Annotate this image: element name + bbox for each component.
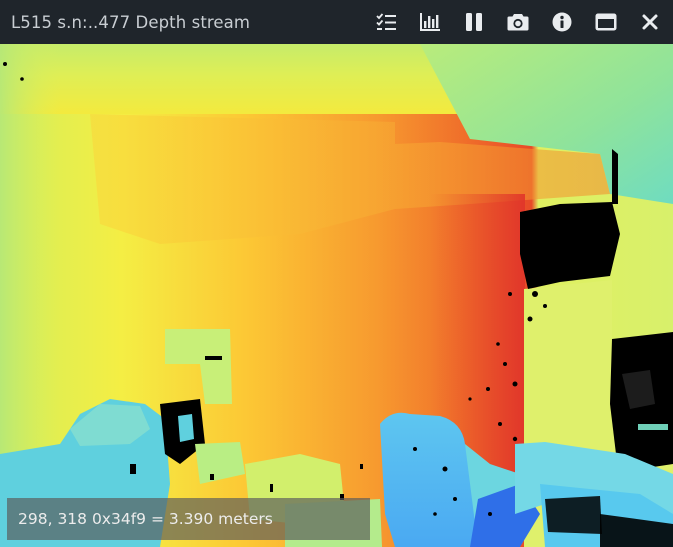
maximize-button[interactable] xyxy=(595,11,617,33)
depth-stream-window: L515 s.n:..477 Depth stream 298, 318 0x3… xyxy=(0,0,673,547)
stream-title: L515 s.n:..477 Depth stream xyxy=(11,12,251,32)
info-button[interactable] xyxy=(551,11,573,33)
pixel-depth-readout: 298, 318 0x34f9 = 3.390 meters xyxy=(7,498,370,540)
snapshot-button[interactable] xyxy=(507,11,529,33)
bar-chart-icon xyxy=(420,13,440,31)
pause-icon xyxy=(466,13,482,31)
metrics-button[interactable] xyxy=(419,11,441,33)
camera-icon xyxy=(507,14,529,31)
pause-button[interactable] xyxy=(463,11,485,33)
close-icon xyxy=(642,14,658,30)
info-icon xyxy=(552,12,572,32)
checklist-icon xyxy=(376,13,396,30)
stream-toolbar xyxy=(353,0,661,44)
close-button[interactable] xyxy=(639,11,661,33)
depth-colormap-image xyxy=(0,44,673,547)
options-button[interactable] xyxy=(375,11,397,33)
window-maximize-icon xyxy=(595,13,617,31)
stream-titlebar: L515 s.n:..477 Depth stream xyxy=(0,0,673,44)
depth-stream-view[interactable] xyxy=(0,44,673,547)
